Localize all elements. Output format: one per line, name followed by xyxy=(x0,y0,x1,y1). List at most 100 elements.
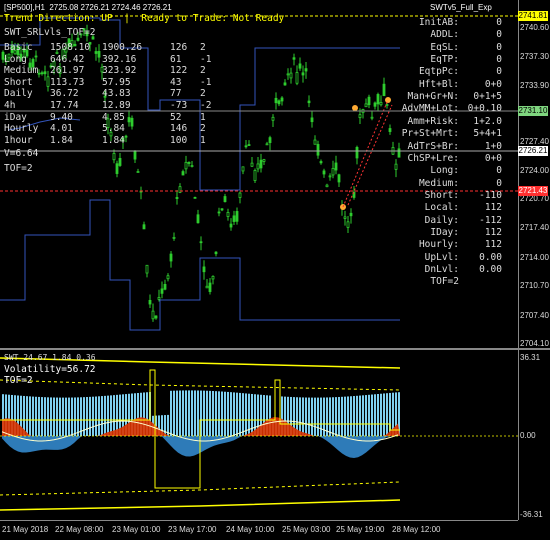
histogram-bar xyxy=(353,396,355,436)
histogram-bar xyxy=(179,390,181,436)
stats-cell-c2: 1900.26 xyxy=(102,42,143,53)
price-tick: 2724.00 xyxy=(520,166,549,175)
price-tick: 2740.60 xyxy=(520,23,549,32)
histogram-bar xyxy=(170,390,172,436)
candle-body xyxy=(343,216,347,219)
histogram-bar xyxy=(71,397,73,436)
stats-cell-c2: 57.95 xyxy=(102,76,131,88)
hud-label: IDay: xyxy=(430,226,459,238)
histogram-bar xyxy=(98,396,100,436)
candle-body xyxy=(268,137,272,144)
candle-body xyxy=(292,57,296,60)
candle-body xyxy=(43,71,47,75)
support-step-line xyxy=(0,199,400,331)
price-badge: 2741.81 xyxy=(518,11,548,21)
price-badge: 2731.10 xyxy=(518,106,548,116)
time-tick: 21 May 2018 xyxy=(2,525,49,534)
histogram-bar xyxy=(197,390,199,436)
hud-label: Pr+St+Mrt: xyxy=(401,128,459,140)
histogram-bar xyxy=(206,390,208,436)
histogram-bar xyxy=(41,397,43,436)
hud-value: 1+0 xyxy=(484,140,502,152)
time-tick: 22 May 08:00 xyxy=(55,525,104,534)
candle-body xyxy=(277,100,281,105)
stats-cell-label: 4h xyxy=(4,100,16,111)
hud-value: 112 xyxy=(484,202,502,214)
candle-body xyxy=(193,196,197,199)
indicator-canvas[interactable] xyxy=(0,350,518,520)
hud-label: EqTP: xyxy=(430,54,459,66)
histogram-bar xyxy=(305,397,307,436)
stats-cell-c1: 17.74 xyxy=(50,100,79,111)
candle-body xyxy=(229,223,233,228)
candle-body xyxy=(253,169,257,181)
candle-body xyxy=(148,299,152,305)
time-axis-line xyxy=(0,520,518,521)
histogram-bar xyxy=(29,396,31,436)
candle-body xyxy=(355,146,359,159)
histogram-bar xyxy=(359,395,361,436)
candle-body xyxy=(322,170,326,175)
hud-label: TOF=2 xyxy=(430,276,459,288)
stats-cell-label: iDay xyxy=(4,111,27,123)
stats-cell-c1: 113.73 xyxy=(50,76,85,88)
candle-body xyxy=(304,68,308,72)
candle-body xyxy=(181,171,185,176)
price-tick: 2737.30 xyxy=(520,52,549,61)
candle-body xyxy=(274,97,278,104)
candle-body xyxy=(367,96,371,106)
candle-body xyxy=(211,275,215,280)
histogram-bar xyxy=(32,396,34,436)
time-tick: 24 May 10:00 xyxy=(226,525,275,534)
candle-body xyxy=(286,73,290,76)
indicator-panel[interactable] xyxy=(0,350,518,520)
candle-body xyxy=(316,144,320,156)
histogram-bar xyxy=(173,390,175,436)
histogram-bar xyxy=(188,390,190,436)
histogram-bar xyxy=(50,397,52,436)
histogram-bar xyxy=(320,397,322,436)
histogram-bar xyxy=(233,392,235,436)
symbol-info: [SP500],H1 2725.08 2726.21 2724.46 2726.… xyxy=(4,3,172,12)
trade-marker[interactable] xyxy=(352,105,358,111)
histogram-bar xyxy=(317,397,319,436)
histogram-bar xyxy=(383,393,385,436)
histogram-bar xyxy=(338,396,340,436)
stats-cell-c3: 122 xyxy=(170,65,188,77)
histogram-bar xyxy=(368,394,370,436)
histogram-bar xyxy=(95,396,97,436)
candle-body xyxy=(265,143,269,146)
histogram-bar xyxy=(224,391,226,436)
candle-body xyxy=(130,117,134,127)
time-tick: 28 May 12:00 xyxy=(392,525,441,534)
hud-value: 5+4+1 xyxy=(473,128,502,140)
hud-label: Local: xyxy=(424,202,459,214)
hud-label: InitAB: xyxy=(418,17,459,28)
candle-body xyxy=(334,162,338,171)
histogram-bar xyxy=(185,390,187,436)
candle-body xyxy=(301,72,305,76)
candle-body xyxy=(34,55,38,58)
candle-body xyxy=(175,197,179,199)
candle-body xyxy=(196,214,200,224)
hud-panel: InitAB: 0 ADDL: 0 EqSL: 0 EqTP: 0 EqtpPc: 0 Hft+Bl… xyxy=(380,17,502,292)
candle-body xyxy=(358,114,362,119)
hud-value: 0 xyxy=(496,54,502,66)
stats-cell-c1: 4.01 xyxy=(50,123,73,135)
hud-label: Daily: xyxy=(424,214,459,226)
histogram-bar xyxy=(65,397,67,436)
histogram-bar xyxy=(194,390,196,436)
candle-body xyxy=(220,208,224,211)
candle-body xyxy=(289,72,293,79)
time-tick: 25 May 03:00 xyxy=(282,525,331,534)
stats-cell-c4: 2 xyxy=(200,65,206,77)
histogram-bar xyxy=(35,396,37,436)
histogram-bar xyxy=(236,392,238,436)
histogram-bar xyxy=(101,396,103,436)
histogram-bar xyxy=(350,396,352,436)
stats-cell-c2: 12.89 xyxy=(102,100,131,111)
hud-value: 0+0 xyxy=(484,78,502,90)
hud-value: 0 xyxy=(496,29,502,41)
stats-cell-c1: 36.72 xyxy=(50,88,79,100)
stats-cell-c1: 646.42 xyxy=(50,53,85,65)
